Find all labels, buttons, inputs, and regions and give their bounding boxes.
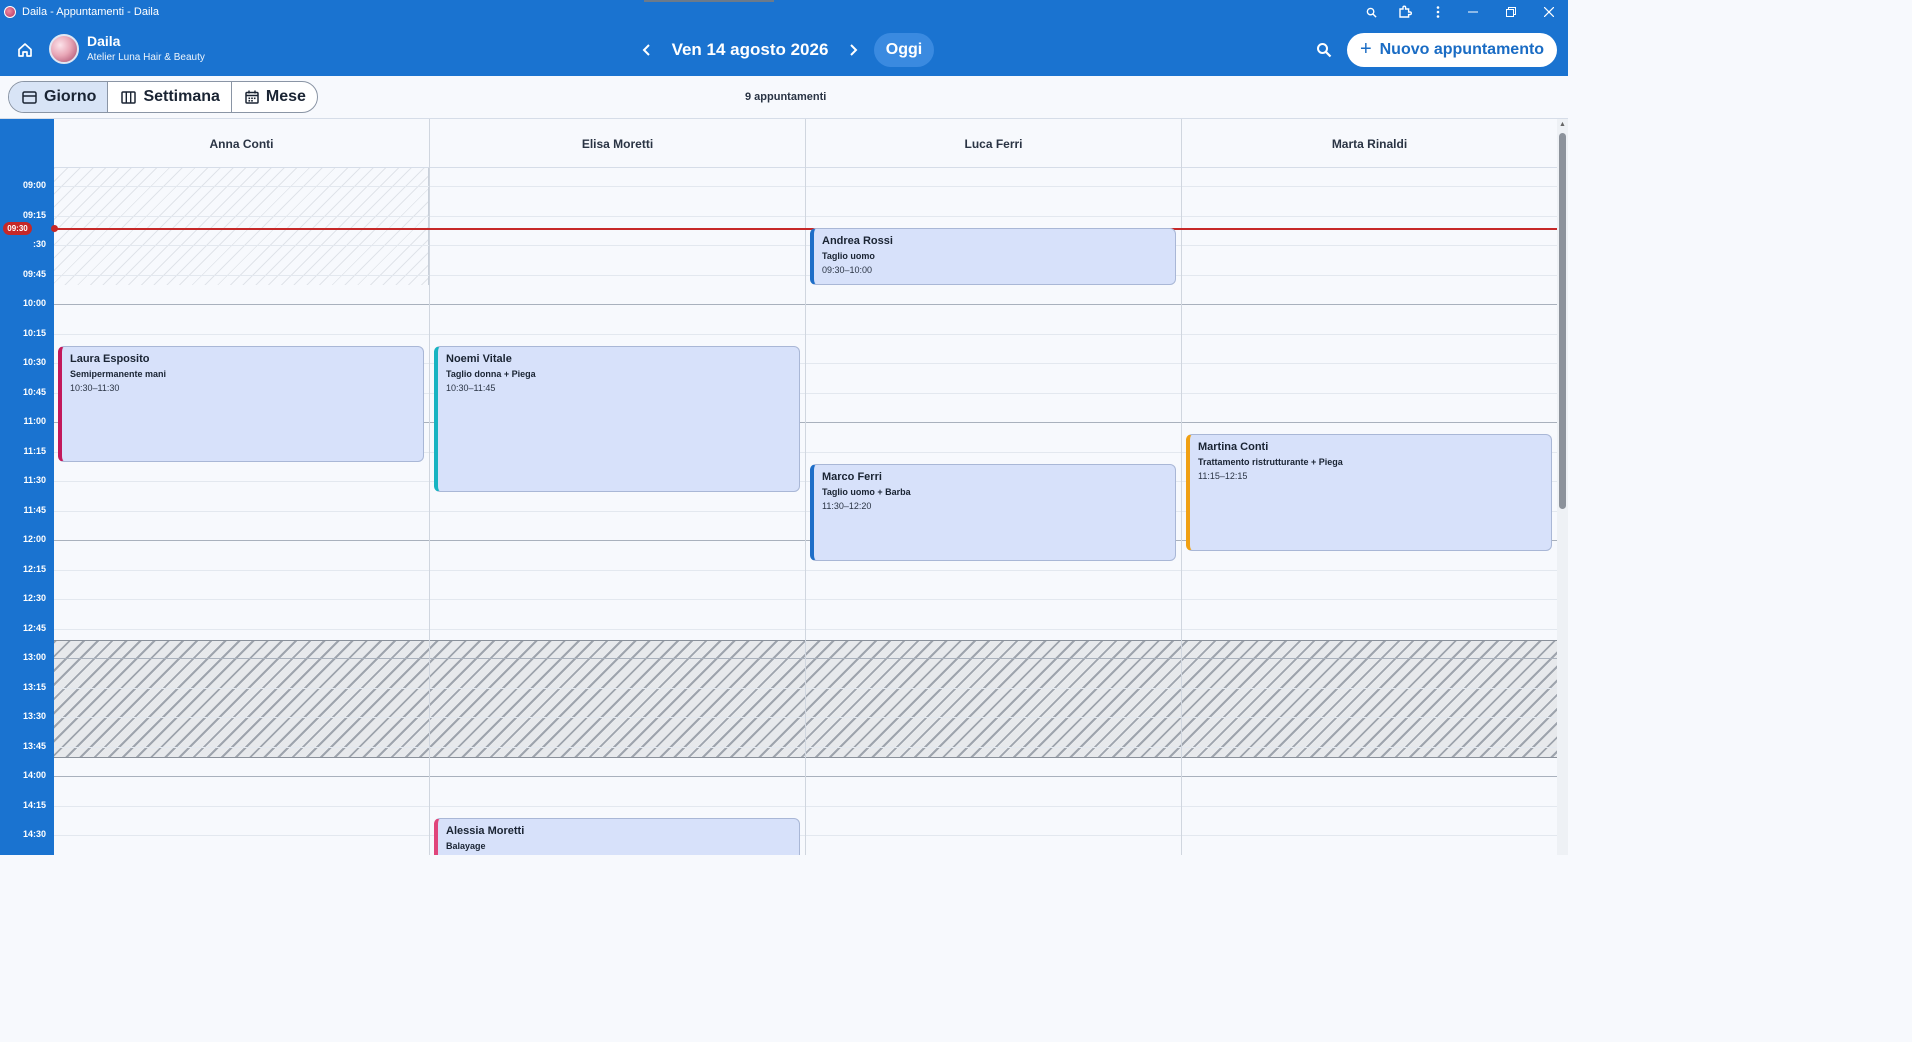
day-view-icon <box>22 90 37 104</box>
scroll-thumb[interactable] <box>1559 133 1566 509</box>
column-separator <box>805 168 806 855</box>
time-label: 12:45 <box>22 622 46 633</box>
appointment-card[interactable]: Noemi Vitale Taglio donna + Piega 10:30–11… <box>434 346 800 492</box>
app-header: Daila Atelier Luna Hair & Beauty Ven 14 … <box>0 24 1568 76</box>
appointment-card[interactable]: Marco Ferri Taglio uomo + Barba 11:30–12:2… <box>810 464 1176 561</box>
appointment-time: 10:30–11:45 <box>446 383 496 393</box>
time-label: 12:30 <box>22 593 46 603</box>
appointment-service: Taglio uomo <box>822 251 875 261</box>
staff-column-header[interactable]: Luca Ferri <box>806 119 1182 168</box>
time-label: 09:00 <box>22 180 46 190</box>
new-appointment-label: Nuovo appuntamento <box>1379 41 1545 58</box>
new-appointment-button[interactable]: + Nuovo appuntamento <box>1347 33 1557 67</box>
time-label: 09:15 <box>22 209 46 220</box>
window-title: Daila - Appuntamenti - Daila <box>22 6 159 18</box>
search-icon[interactable] <box>1311 37 1337 63</box>
zoom-icon[interactable] <box>1355 0 1388 24</box>
brand-subtitle: Atelier Luna Hair & Beauty <box>87 52 205 63</box>
column-separator <box>1181 168 1182 855</box>
more-menu-icon[interactable] <box>1421 0 1454 24</box>
view-switcher: Giorno Settimana Mese <box>8 81 318 113</box>
view-toolbar: Giorno Settimana Mese 9 appuntamenti <box>0 76 1568 119</box>
appointment-client: Marco Ferri <box>822 471 882 483</box>
appointment-card[interactable]: Martina Conti Trattamento ristrutturante … <box>1186 434 1552 551</box>
time-label: 11:30 <box>23 475 46 485</box>
staff-column-header[interactable]: Elisa Moretti <box>430 119 806 168</box>
time-label: 14:30 <box>22 829 46 839</box>
time-label: 11:45 <box>23 504 46 515</box>
time-label: 09:45 <box>22 268 46 279</box>
restore-icon[interactable] <box>1492 0 1530 24</box>
appointment-service: Balayage <box>446 841 486 851</box>
view-day-label: Giorno <box>44 88 97 105</box>
current-date-label[interactable]: Ven 14 agosto 2026 <box>668 40 832 60</box>
time-label: 14:15 <box>22 799 46 810</box>
app-icon <box>4 6 16 18</box>
plus-icon: + <box>1359 37 1372 60</box>
staff-column-header[interactable]: Anna Conti <box>54 119 430 168</box>
titlebar-accent <box>644 0 774 2</box>
scroll-up-icon[interactable]: ▲ <box>1559 121 1566 128</box>
appointment-time: 09:30–10:00 <box>822 265 873 275</box>
time-label: 10:00 <box>22 298 46 308</box>
appointment-client: Alessia Moretti <box>446 825 525 837</box>
time-label: 10:30 <box>22 357 46 367</box>
brand-name: Daila <box>87 33 121 49</box>
view-day-button[interactable]: Giorno <box>9 82 109 112</box>
appointment-service: Trattamento ristrutturante + Piega <box>1198 457 1343 467</box>
view-month-label: Mese <box>265 88 306 105</box>
calendar-month-icon <box>245 90 259 104</box>
close-icon[interactable] <box>1530 0 1568 24</box>
view-month-button[interactable]: Mese <box>232 82 317 112</box>
time-label: 12:00 <box>22 534 46 544</box>
minimize-icon[interactable] <box>1454 0 1492 24</box>
appointment-time: 10:30–11:30 <box>70 383 120 393</box>
appointment-card[interactable]: Andrea Rossi Taglio uomo 09:30–10:00 <box>810 228 1176 285</box>
time-label: 13:15 <box>22 681 46 692</box>
day-calendar: 09:30 09:00 09:15 :30 09:45 10:00 10:15 10:30 1… <box>0 119 1568 855</box>
window-titlebar: Daila - Appuntamenti - Daila <box>0 0 1568 24</box>
appointment-service: Semipermanente mani <box>70 369 167 379</box>
appointment-count: 9 appuntamenti <box>745 91 827 103</box>
vertical-scrollbar[interactable]: ▲ <box>1557 119 1568 855</box>
time-label: 10:45 <box>22 386 46 397</box>
time-label: 11:15 <box>23 445 46 456</box>
appointment-client: Noemi Vitale <box>446 353 512 365</box>
current-time-line <box>54 228 1557 230</box>
extensions-icon[interactable] <box>1388 0 1421 24</box>
previous-day-button[interactable] <box>635 38 659 62</box>
appointment-service: Taglio donna + Piega <box>446 369 536 379</box>
time-label: 13:30 <box>22 711 46 721</box>
appointment-client: Laura Esposito <box>70 353 150 365</box>
time-label: 12:15 <box>22 563 46 574</box>
appointment-card[interactable]: Alessia Moretti Balayage <box>434 818 800 855</box>
appointment-service: Taglio uomo + Barba <box>822 487 911 497</box>
time-label: 10:15 <box>22 327 46 338</box>
time-label: 14:00 <box>22 770 46 780</box>
column-separator <box>429 168 430 855</box>
salon-avatar <box>49 34 79 64</box>
current-time-dot <box>51 225 58 232</box>
staff-column-header[interactable]: Marta Rinaldi <box>1182 119 1557 168</box>
time-label: :30 <box>32 239 46 249</box>
home-icon[interactable] <box>12 37 38 63</box>
time-label: 13:00 <box>22 652 46 662</box>
time-label: 13:45 <box>22 740 46 751</box>
appointment-time: 11:30–12:20 <box>822 501 872 511</box>
time-label: 11:00 <box>23 416 46 426</box>
appointment-client: Andrea Rossi <box>822 235 893 247</box>
schedule-grid[interactable]: Andrea Rossi Taglio uomo 09:30–10:00 Laura … <box>51 168 1557 855</box>
time-column: 09:30 09:00 09:15 :30 09:45 10:00 10:15 10:30 1… <box>0 119 54 855</box>
staff-header-row: Anna Conti Elisa Moretti Luca Ferri Marta R… <box>54 119 1557 168</box>
current-time-badge: 09:30 <box>3 222 32 235</box>
next-day-button[interactable] <box>841 38 865 62</box>
appointment-client: Martina Conti <box>1198 441 1269 453</box>
view-week-label: Settimana <box>143 88 220 105</box>
appointment-card[interactable]: Laura Esposito Semipermanente mani 10:30–1… <box>58 346 424 462</box>
today-button[interactable]: Oggi <box>874 33 934 67</box>
appointment-time: 11:15–12:15 <box>1198 471 1248 481</box>
view-week-button[interactable]: Settimana <box>108 82 232 112</box>
week-view-icon <box>121 90 137 104</box>
